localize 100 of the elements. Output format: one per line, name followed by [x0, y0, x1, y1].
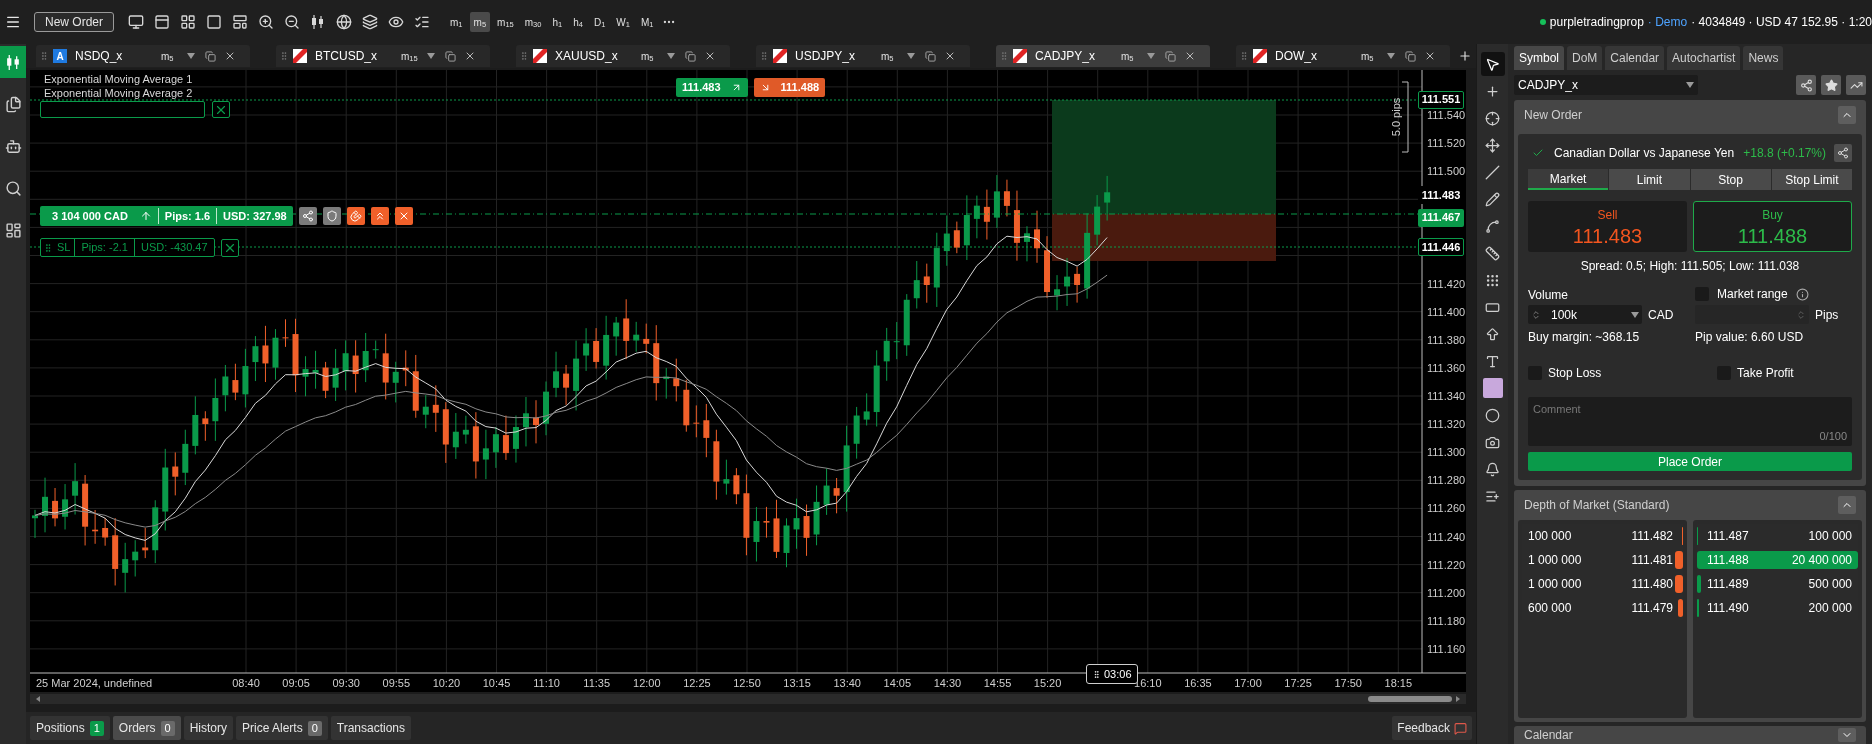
drawing-tool[interactable] — [1480, 52, 1505, 76]
close-icon[interactable] — [1424, 50, 1436, 62]
collapse-button[interactable] — [1838, 106, 1856, 124]
globe-icon[interactable] — [336, 14, 352, 30]
symbol-select[interactable]: CADJPY_x — [1514, 75, 1698, 95]
symbol-name: XAUUSD_x — [555, 48, 619, 65]
zoom-out-icon[interactable] — [284, 14, 300, 30]
detach-icon[interactable] — [1165, 50, 1176, 62]
position-volume: 3 104 000 CAD — [51, 208, 129, 224]
indicator-legend[interactable]: Exponential Moving Average 2 — [44, 86, 193, 100]
timeframe-button[interactable]: h$_{1}$ — [548, 12, 567, 32]
layout-icon[interactable] — [232, 14, 248, 30]
order-type-tab[interactable]: Limit — [1609, 169, 1690, 190]
collapse-button[interactable] — [1838, 728, 1856, 742]
timeframe-button[interactable]: m$_{1}$ — [446, 12, 467, 32]
grip-icon[interactable] — [1239, 50, 1249, 62]
price-label: 111.340 — [1427, 390, 1466, 402]
chart-button[interactable] — [1846, 75, 1866, 95]
caret-icon — [667, 53, 675, 59]
detach-icon[interactable] — [445, 50, 456, 62]
detach-icon[interactable] — [925, 50, 936, 62]
grip-icon[interactable] — [759, 50, 769, 62]
detach-icon[interactable] — [205, 50, 216, 62]
grip-icon[interactable] — [279, 50, 289, 62]
volume-field[interactable]: 100k — [1528, 305, 1642, 324]
bottom-tab[interactable]: Orders 0 — [112, 716, 181, 740]
close-icon[interactable] — [704, 50, 716, 62]
up-arrow-icon — [139, 210, 152, 222]
buy-button[interactable]: Buy 111.488 — [1693, 201, 1852, 252]
scroll-bar[interactable] — [30, 694, 1466, 704]
grip-icon[interactable] — [999, 50, 1009, 62]
position-pips: Pips: 1.6 — [157, 207, 217, 225]
order-type-tab[interactable]: Stop — [1690, 169, 1771, 190]
order-type-tab[interactable]: Market — [1528, 169, 1609, 190]
chart-tab[interactable]: CADJPY_x m$_{5}$ — [996, 45, 1210, 67]
info-icon[interactable] — [1795, 287, 1809, 301]
timeframe-button[interactable]: h$_{4}$ — [569, 12, 587, 32]
timeframe-button[interactable]: D$_{1}$ — [589, 12, 610, 32]
close-icon[interactable] — [944, 50, 956, 62]
panel-tab[interactable]: DoM — [1567, 46, 1603, 70]
bottom-tab[interactable]: Transactions — [330, 716, 412, 740]
eye-icon[interactable] — [388, 14, 404, 30]
chart-tab[interactable]: XAUUSD_x m$_{5}$ — [516, 45, 730, 67]
menu-icon[interactable] — [5, 14, 21, 30]
panel-tab[interactable]: Symbol — [1514, 46, 1564, 70]
timeframe-button[interactable]: W$_{1}$ — [612, 12, 634, 32]
grip-icon[interactable] — [39, 50, 49, 62]
panel-icon[interactable] — [154, 14, 170, 30]
layers-icon[interactable] — [362, 14, 378, 30]
bid-quote[interactable]: 111.483 — [676, 78, 748, 97]
monitor-icon[interactable] — [128, 14, 144, 30]
timeframe-button[interactable]: M$_{1}$ — [636, 12, 658, 32]
checkbox-label: Market range — [1717, 286, 1788, 303]
caret-icon — [1387, 53, 1395, 59]
new-order-button[interactable]: New Order — [34, 12, 114, 32]
bottom-tab[interactable]: Price Alerts 0 — [236, 716, 328, 740]
chart-tab[interactable]: BTCUSD_x m$_{15}$ — [276, 45, 490, 67]
price-label: 111.380 — [1427, 333, 1466, 346]
drawing-tool[interactable] — [1480, 376, 1505, 400]
indicator-legend[interactable]: Exponential Moving Average 1 — [44, 72, 193, 86]
bid-price: 111.481 — [1631, 552, 1673, 569]
sell-button[interactable]: Sell 111.483 — [1528, 201, 1687, 252]
bottom-tab[interactable]: Positions 1 — [30, 716, 110, 740]
feedback-button[interactable]: Feedback — [1392, 716, 1472, 740]
chart-tab[interactable]: A NSDQ_x m$_{5}$ — [36, 45, 250, 67]
ask-quote[interactable]: 111.488 — [753, 78, 826, 97]
panel-tab[interactable]: Autochartist — [1667, 46, 1741, 70]
grid-icon[interactable] — [180, 14, 196, 30]
panel-tab[interactable]: Calendar — [1605, 46, 1665, 70]
pips-field[interactable] — [1695, 305, 1809, 324]
timeframe-button[interactable]: m$_{30}$ — [520, 12, 546, 32]
close-icon[interactable] — [224, 50, 236, 62]
chart-tab[interactable]: USDJPY_x m$_{5}$ — [756, 45, 970, 67]
square-icon[interactable] — [206, 14, 222, 30]
checklist-icon[interactable] — [414, 14, 430, 30]
checkbox-label: Take Profit — [1737, 365, 1794, 382]
detach-icon[interactable] — [1405, 50, 1416, 62]
close-icon[interactable] — [464, 50, 476, 62]
share-button[interactable] — [1834, 144, 1852, 162]
timeframe-button[interactable]: m$_{5}$ — [469, 12, 491, 32]
bid-price: 111.482 — [1631, 528, 1673, 545]
add-tab-icon[interactable] — [1458, 49, 1472, 63]
timeframe-button[interactable]: m$_{15}$ — [493, 12, 518, 32]
collapse-button[interactable] — [1838, 496, 1856, 514]
detach-icon[interactable] — [685, 50, 696, 62]
countdown-time: 03:06 — [1104, 666, 1132, 682]
share-icon — [301, 210, 314, 222]
grip-icon[interactable] — [519, 50, 529, 62]
range-label: 5.0 pips — [1390, 97, 1402, 137]
favorite-button[interactable] — [1821, 75, 1841, 95]
dashboard-icon — [4, 221, 22, 239]
order-type-tab[interactable]: Stop Limit — [1771, 169, 1852, 190]
place-order-button[interactable]: Place Order — [1528, 452, 1852, 471]
close-icon[interactable] — [1184, 50, 1196, 62]
panel-tab[interactable]: News — [1743, 46, 1784, 70]
bottom-tab[interactable]: History — [183, 716, 233, 740]
zoom-in-icon[interactable] — [258, 14, 274, 30]
grip-icon — [1092, 668, 1101, 680]
ask-volume: 200 000 — [1808, 600, 1852, 617]
chart-tab[interactable]: DOW_x m$_{5}$ — [1236, 45, 1450, 67]
